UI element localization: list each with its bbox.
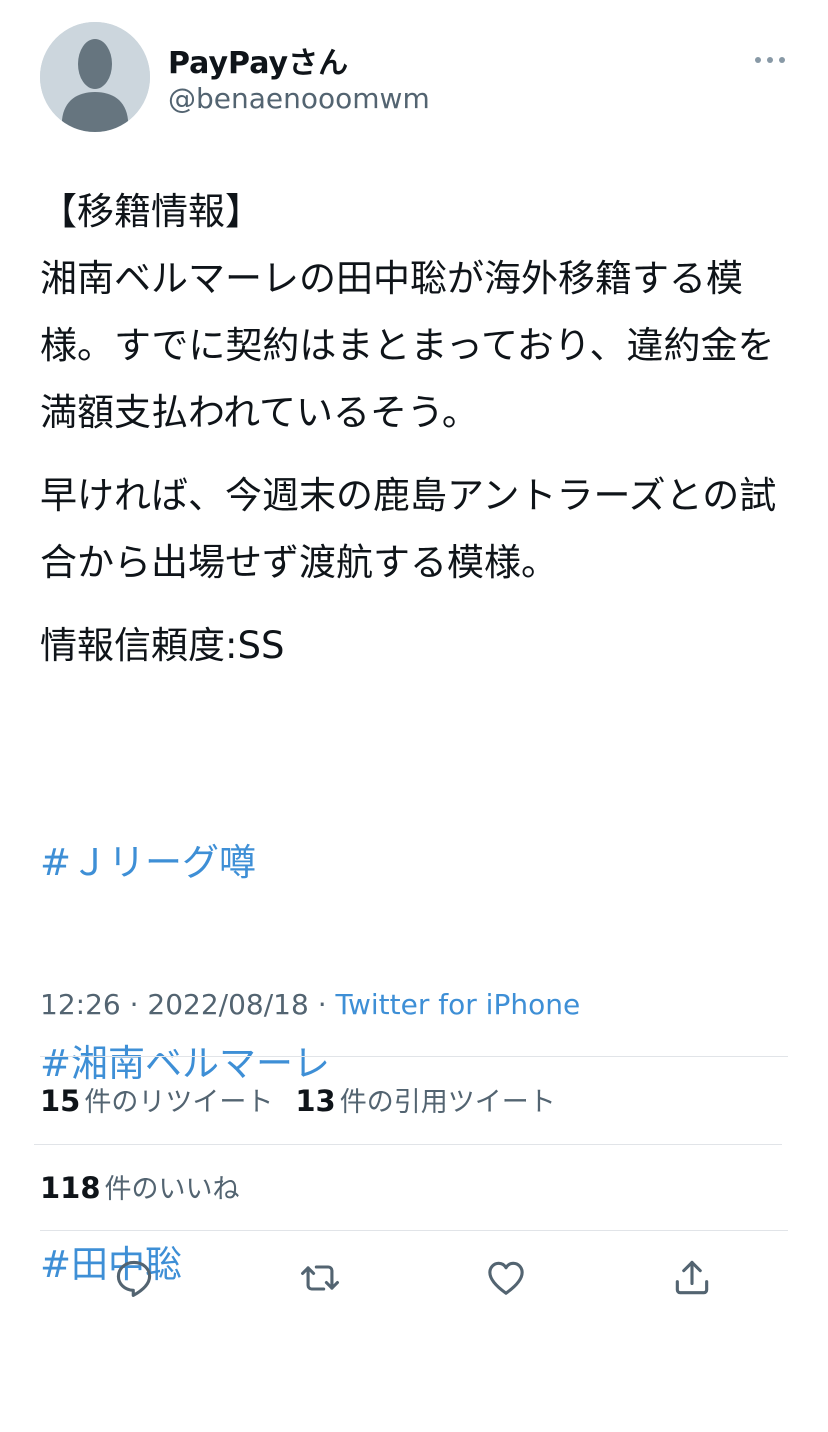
more-icon[interactable] [752,48,788,72]
divider [40,1056,788,1057]
reply-button[interactable] [112,1256,156,1300]
share-button[interactable] [670,1256,714,1300]
tweet-header: PayPayさん @benaenooomwm [40,22,788,132]
reply-icon [116,1260,152,1297]
engagement-stats-row: 15 件のリツイート 13 件の引用ツイート [40,1080,578,1119]
retweet-icon [301,1265,339,1291]
like-button[interactable] [484,1256,528,1300]
user-handle[interactable]: @benaenooomwm [168,82,430,115]
tweet-time[interactable]: 12:26 [40,988,121,1021]
hashtag-link[interactable]: #Ｊリーグ噂 [40,829,800,896]
tweet-paragraph: 情報信頼度:SS [40,624,285,667]
tweet-source-link[interactable]: Twitter for iPhone [336,988,581,1021]
display-name[interactable]: PayPayさん [168,38,348,82]
likes-count: 118 [40,1171,101,1205]
retweets-count: 15 [40,1084,81,1118]
likes-label: 件のいいね [104,1174,240,1205]
quotes-label: 件の引用ツイート [339,1087,556,1118]
meta-separator: · [129,988,139,1021]
retweet-button[interactable] [298,1256,342,1300]
meta-separator: · [317,988,327,1021]
hashtag-list: #Ｊリーグ噂 #湘南ベルマーレ #田中聡 [40,695,800,1432]
retweets-stat[interactable]: 15 件のリツイート [40,1080,273,1119]
tweet-meta: 12:26 · 2022/08/18 · Twitter for iPhone [40,988,580,1021]
tweet-paragraph: 【移籍情報】 湘南ベルマーレの田中聡が海外移籍する模様。すでに契約はまとまってお… [40,190,775,434]
likes-stat[interactable]: 118 件のいいね [40,1167,240,1206]
tweet-date[interactable]: 2022/08/18 [147,988,308,1021]
tweet-actions-bar [0,1240,828,1318]
divider [40,1230,788,1231]
default-avatar-icon [40,22,150,132]
quotes-count: 13 [295,1084,336,1118]
avatar[interactable] [40,22,150,132]
share-icon [675,1260,709,1295]
heart-icon [488,1261,524,1295]
quotes-stat[interactable]: 13 件の引用ツイート [295,1080,555,1119]
likes-stats-row: 118 件のいいね [40,1167,262,1206]
divider [34,1144,782,1145]
tweet-paragraph: 早ければ、今週末の鹿島アントラーズとの試合から出場せず渡航する模様。 [40,474,777,584]
retweets-label: 件のリツイート [84,1087,274,1118]
